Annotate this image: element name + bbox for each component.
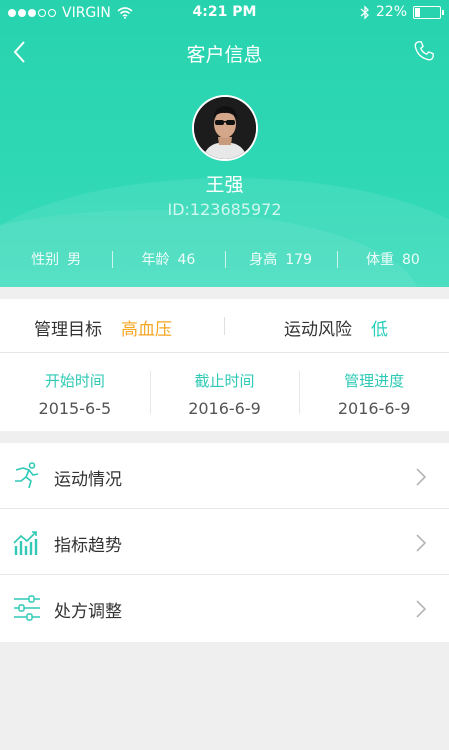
chevron-right-icon: [416, 468, 427, 486]
avatar[interactable]: [192, 95, 258, 161]
start-time: 开始时间 2015-6-5: [0, 354, 150, 431]
status-bar: VIRGIN 4:21 PM 22%: [0, 0, 449, 26]
menu-label: 运动情况: [54, 470, 122, 490]
progress-label: 管理进度: [344, 372, 405, 390]
phone-icon[interactable]: [413, 40, 435, 62]
menu-item-trend[interactable]: 指标趋势: [0, 509, 449, 575]
menu-list: 运动情况 指标趋势 处方调整: [0, 443, 449, 642]
stat-age: 年龄 46: [112, 249, 224, 271]
menu-item-exercise[interactable]: 运动情况: [0, 443, 449, 509]
stat-weight: 体重 80: [336, 249, 449, 271]
chevron-right-icon: [416, 600, 427, 618]
chart-trend-icon: [13, 531, 38, 555]
end-time-label: 截止时间: [194, 372, 255, 390]
progress: 管理进度 2016-6-9: [299, 354, 449, 431]
stat-label: 身高: [249, 252, 278, 268]
menu-item-prescription[interactable]: 处方调整: [0, 575, 449, 641]
stat-gender: 性别男: [0, 249, 112, 271]
battery-icon: [413, 5, 444, 19]
goal-row: 管理目标 高血压 运动风险 低: [0, 299, 449, 353]
goal-value: 高血压: [121, 320, 172, 340]
stat-value: 46: [177, 252, 196, 268]
start-time-label: 开始时间: [44, 372, 105, 390]
customer-name: 王强: [205, 174, 244, 196]
risk-label: 运动风险: [284, 320, 352, 340]
stat-value: 179: [285, 252, 312, 268]
progress-value: 2016-6-9: [337, 399, 411, 418]
body-stats: 性别男 年龄 46 身高 179 体重 80: [0, 249, 449, 271]
stat-height: 身高 179: [224, 249, 337, 271]
stat-label: 体重: [365, 252, 394, 268]
chevron-right-icon: [416, 534, 427, 552]
sliders-icon: [14, 595, 40, 621]
timeline-row: 开始时间 2015-6-5 截止时间 2016-6-9 管理进度 2016-6-…: [0, 354, 449, 431]
risk-value: 低: [371, 320, 388, 340]
avatar-photo: [194, 97, 256, 159]
running-icon: [15, 462, 39, 489]
divider: [224, 317, 225, 335]
profile-header: VIRGIN 4:21 PM 22% 客户信息 王强 ID:123685972 …: [0, 0, 449, 287]
menu-label: 处方调整: [54, 602, 122, 622]
stat-value: 80: [401, 252, 420, 268]
page-title: 客户信息: [186, 44, 263, 66]
menu-label: 指标趋势: [54, 536, 122, 556]
battery-percent: 22%: [375, 4, 407, 20]
end-time: 截止时间 2016-6-9: [149, 354, 300, 431]
start-time-value: 2015-6-5: [38, 399, 112, 418]
goal-label: 管理目标: [34, 320, 102, 340]
bluetooth-icon: [360, 4, 369, 20]
management-card: 管理目标 高血压 运动风险 低 开始时间 2015-6-5 截止时间 2016-…: [0, 299, 449, 431]
stat-label: 性别: [31, 252, 60, 268]
stat-label: 年龄: [141, 252, 170, 268]
nav-bar: 客户信息: [0, 26, 449, 78]
end-time-value: 2016-6-9: [188, 399, 261, 418]
stat-value: 男: [67, 252, 82, 268]
customer-id: ID:123685972: [167, 200, 282, 219]
